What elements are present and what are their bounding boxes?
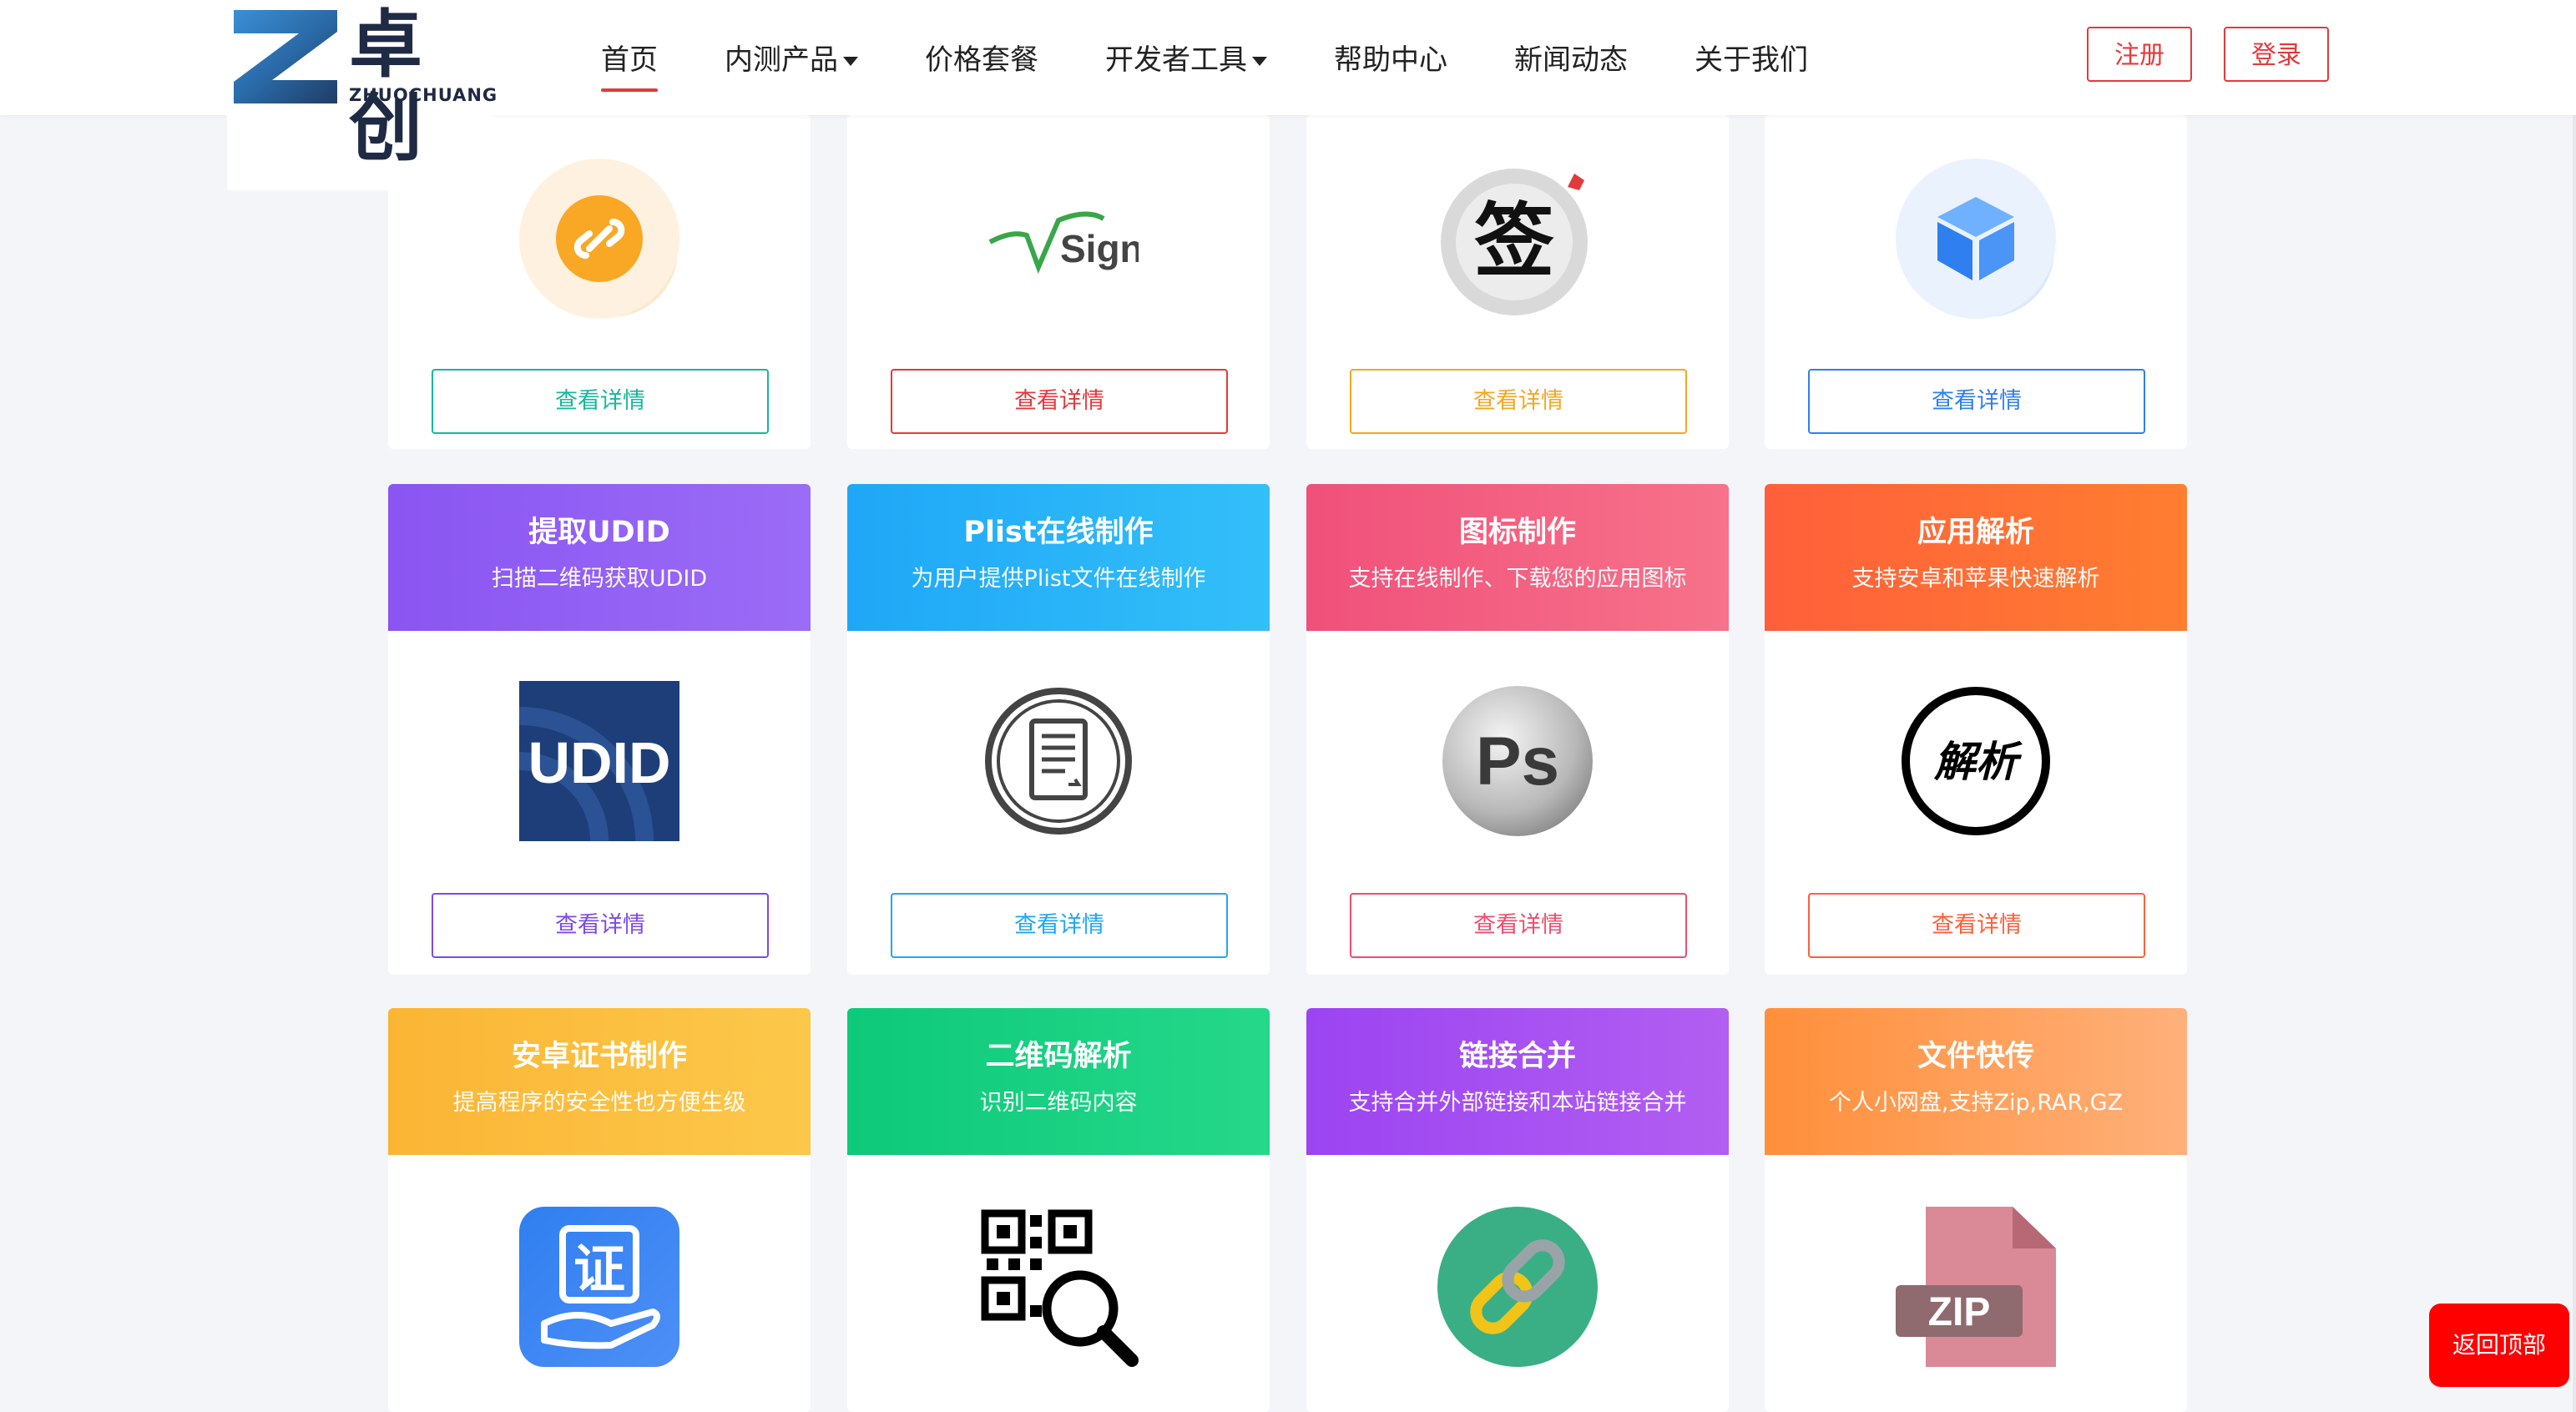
product-card: 查看详情 [1765, 115, 2187, 449]
tool-card-app-parse: 应用解析 支持安卓和苹果快速解析 解析 查看详情 [1765, 484, 2187, 975]
main-nav: 首页 内测产品 价格套餐 开发者工具 帮助中心 新闻动态 关于我们 [601, 37, 1875, 92]
nav-home[interactable]: 首页 [601, 37, 658, 92]
view-details-button[interactable]: 查看详情 [432, 893, 769, 958]
z-logo-icon [234, 10, 337, 103]
view-details-button[interactable]: 查看详情 [1808, 369, 2145, 434]
tool-card-plist: Plist在线制作 为用户提供Plist文件在线制作 查看详情 [847, 484, 1270, 975]
card-desc: 为用户提供Plist文件在线制作 [911, 566, 1206, 592]
svg-text:ZIP: ZIP [1928, 1290, 1991, 1334]
chain-link-icon [1437, 1207, 1598, 1367]
view-details-button[interactable]: 查看详情 [432, 369, 769, 434]
card-header: 应用解析 支持安卓和苹果快速解析 [1765, 484, 2187, 631]
svg-text:证: 证 [573, 1238, 625, 1299]
caret-down-icon [1252, 57, 1267, 66]
tool-card-android-cert: 安卓证书制作 提高程序的安全性也方便生级 证 [388, 1008, 811, 1412]
view-details-button[interactable]: 查看详情 [1808, 893, 2145, 958]
svg-text:Sign: Sign [1060, 227, 1139, 270]
product-card: 签 查看详情 [1306, 115, 1729, 449]
mini-program-link-icon [519, 159, 679, 319]
view-details-button[interactable]: 查看详情 [1350, 369, 1687, 434]
card-title: 提取UDID [528, 516, 670, 549]
cube-icon [1896, 159, 2056, 319]
view-details-button[interactable]: 查看详情 [1350, 893, 1687, 958]
card-title: 图标制作 [1458, 516, 1576, 549]
card-title: 链接合并 [1458, 1040, 1576, 1073]
card-header: 链接合并 支持合并外部链接和本站链接合并 [1306, 1008, 1729, 1155]
certificate-icon: 证 [519, 1207, 679, 1367]
register-button[interactable]: 注册 [2087, 27, 2192, 82]
card-title: 安卓证书制作 [511, 1040, 687, 1073]
svg-text:签: 签 [1474, 194, 1554, 288]
card-desc: 提高程序的安全性也方便生级 [452, 1090, 746, 1116]
svg-text:解析: 解析 [1933, 738, 2023, 786]
nav-about[interactable]: 关于我们 [1695, 37, 1808, 87]
tool-card-icon-maker: 图标制作 支持在线制作、下载您的应用图标 Ps 查看详情 [1306, 484, 1729, 975]
nav-beta-products[interactable]: 内测产品 [725, 37, 858, 87]
nav-news[interactable]: 新闻动态 [1514, 37, 1628, 87]
svg-text:Ps: Ps [1476, 724, 1559, 799]
zip-file-icon: ZIP [1896, 1207, 2056, 1367]
card-header: 提取UDID 扫描二维码获取UDID [388, 484, 811, 631]
login-button[interactable]: 登录 [2224, 27, 2329, 82]
site-logo[interactable]: 卓创 ZHUOCHUANG [227, 0, 497, 190]
qrcode-search-icon [981, 1209, 1139, 1367]
card-desc: 扫描二维码获取UDID [491, 566, 708, 592]
card-title: 二维码解析 [985, 1040, 1132, 1073]
card-header: 安卓证书制作 提高程序的安全性也方便生级 [388, 1008, 811, 1155]
card-desc: 识别二维码内容 [979, 1090, 1138, 1116]
nav-developer-tools[interactable]: 开发者工具 [1105, 37, 1267, 87]
product-card: Sign 查看详情 [847, 115, 1270, 449]
tool-card-qrcode-parse: 二维码解析 识别二维码内容 [847, 1008, 1270, 1412]
card-header: Plist在线制作 为用户提供Plist文件在线制作 [847, 484, 1270, 631]
tool-card-udid: 提取UDID 扫描二维码获取UDID UDID 查看详情 [388, 484, 811, 975]
photoshop-icon: Ps [1442, 686, 1593, 836]
card-title: Plist在线制作 [963, 516, 1154, 549]
view-details-button[interactable]: 查看详情 [891, 369, 1228, 434]
svg-text:UDID: UDID [528, 730, 670, 795]
card-header: 二维码解析 识别二维码内容 [847, 1008, 1270, 1155]
nav-pricing[interactable]: 价格套餐 [925, 37, 1038, 87]
back-to-top-button[interactable]: 返回顶部 [2429, 1304, 2569, 1387]
card-header: 图标制作 支持在线制作、下载您的应用图标 [1306, 484, 1729, 631]
card-desc: 个人小网盘,支持Zip,RAR,GZ [1828, 1090, 2124, 1116]
sign-brush-icon: 签 [1441, 169, 1588, 315]
udid-icon: UDID [519, 681, 679, 841]
tool-card-link-merge: 链接合并 支持合并外部链接和本站链接合并 [1306, 1008, 1729, 1412]
brand-name-en: ZHUOCHUANG [349, 85, 498, 105]
parse-icon: 解析 [1902, 687, 2050, 835]
card-title: 文件快传 [1917, 1040, 2034, 1073]
tool-card-file-transfer: 文件快传 个人小网盘,支持Zip,RAR,GZ ZIP [1765, 1008, 2187, 1412]
scrollbar[interactable] [2573, 0, 2576, 1412]
card-desc: 支持安卓和苹果快速解析 [1851, 566, 2100, 592]
vpsign-logo-icon: Sign [988, 211, 1139, 275]
card-header: 文件快传 个人小网盘,支持Zip,RAR,GZ [1765, 1008, 2187, 1155]
view-details-button[interactable]: 查看详情 [891, 893, 1228, 958]
card-desc: 支持在线制作、下载您的应用图标 [1348, 566, 1687, 592]
card-title: 应用解析 [1917, 516, 2034, 549]
caret-down-icon [843, 57, 858, 66]
nav-help-center[interactable]: 帮助中心 [1334, 37, 1447, 87]
plist-document-icon [985, 688, 1132, 835]
card-desc: 支持合并外部链接和本站链接合并 [1348, 1090, 1687, 1116]
